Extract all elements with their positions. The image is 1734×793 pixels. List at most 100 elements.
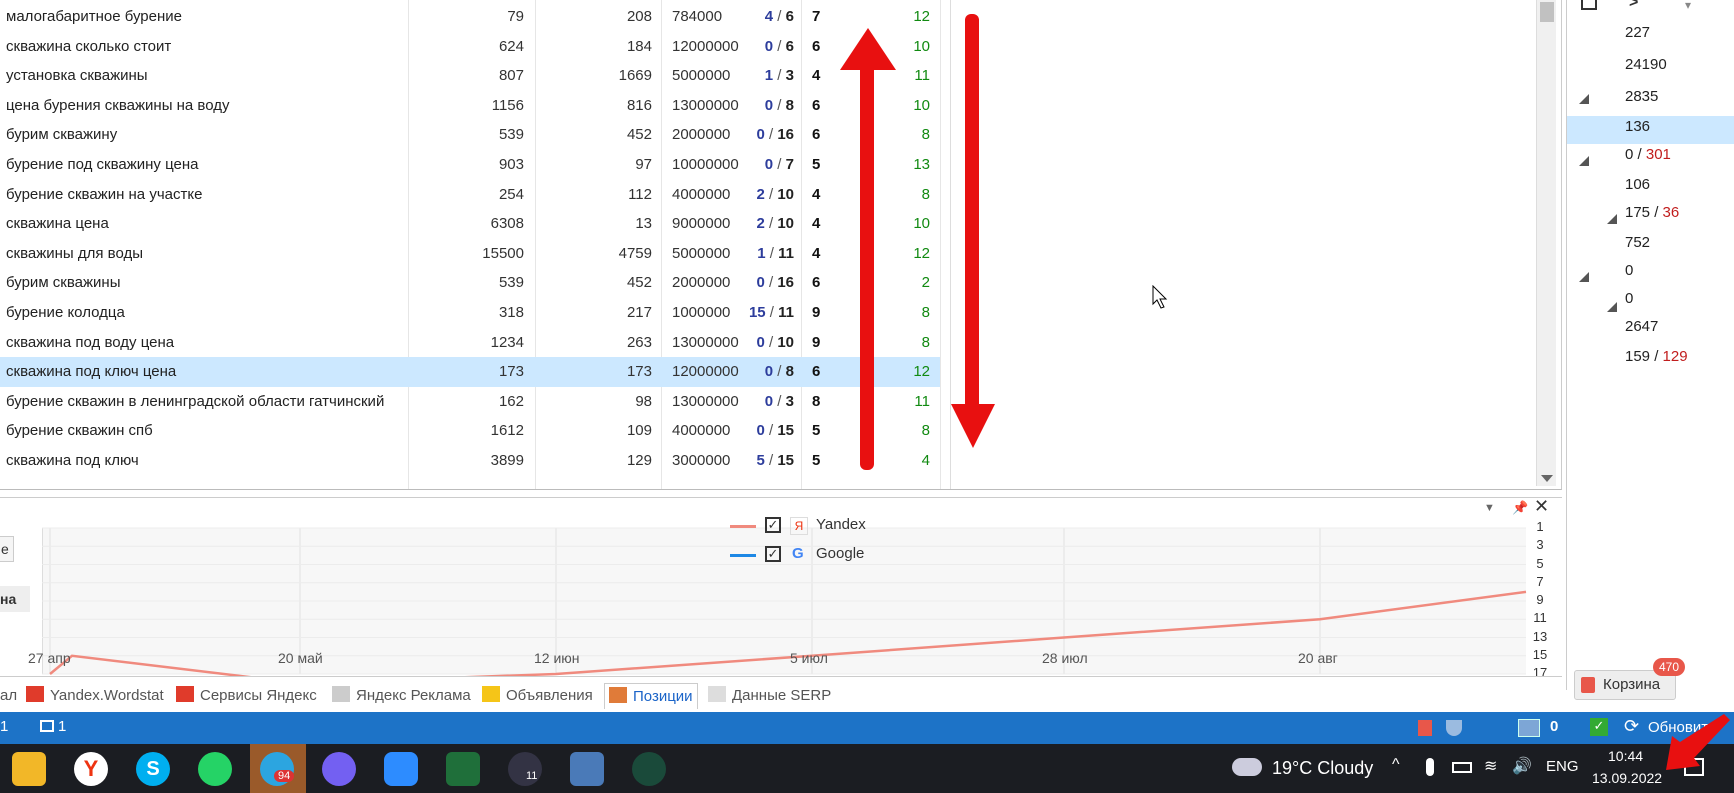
tab-5[interactable]: Позиции (604, 683, 698, 709)
tree-value[interactable]: 24190 (1625, 56, 1667, 73)
tree-value[interactable]: 159 / 129 (1625, 348, 1688, 365)
positions-chart-panel: ▼ 📌 ✕ е на ✓ Я Yandex ✓ G Google 27 апр 2… (0, 496, 1562, 680)
tab-1[interactable]: Yandex.Wordstat (26, 683, 164, 709)
table-row[interactable]: скважина под ключ цена 173 173 12000000 0 / … (0, 357, 940, 387)
microphone-icon[interactable] (1426, 758, 1434, 776)
tree-expand-icon[interactable] (1579, 272, 1589, 282)
tab-4[interactable]: Объявления (482, 683, 593, 709)
legend-checkbox-google[interactable]: ✓ (765, 546, 781, 562)
table-row[interactable]: скважины для воды 15500 4759 5000000 1 / 11 4… (0, 239, 940, 269)
table-row[interactable]: бурение скважин на участке 254 112 4000000 2… (0, 180, 940, 210)
table-row[interactable]: скважина сколько стоит 624 184 12000000 0 / … (0, 32, 940, 62)
table-row[interactable]: скважина под ключ 3899 129 3000000 5 / 15 5 4 (0, 446, 940, 476)
scrollbar-thumb[interactable] (1540, 2, 1554, 22)
score-cell: 6 (812, 274, 821, 292)
frequency-exact-cell: 184 (626, 37, 652, 55)
tree-value[interactable]: 106 (1625, 176, 1650, 193)
table-row[interactable]: бурим скважину 539 452 2000000 0 / 16 6 8 (0, 120, 940, 150)
x-tick-label: 12 июн (534, 650, 580, 666)
table-row[interactable]: бурим скважины 539 452 2000000 0 / 16 6 2 (0, 268, 940, 298)
y-tick-label: 15 (1532, 646, 1548, 662)
korzina-button[interactable]: Корзина 470 (1574, 658, 1685, 700)
language-indicator[interactable]: ENG (1546, 758, 1579, 775)
x-tick-label: 20 авг (1298, 650, 1338, 666)
tree-expand-icon[interactable] (1579, 94, 1589, 104)
position-cell: 11 (914, 392, 930, 410)
results-count-cell: 12000000 (672, 363, 739, 381)
table-row[interactable]: бурение колодца 318 217 1000000 15 / 11 9 8 (0, 298, 940, 328)
tree-expand-icon[interactable] (1579, 156, 1589, 166)
tree-expand-icon[interactable] (1607, 302, 1617, 312)
tree-value[interactable]: 227 (1625, 24, 1650, 41)
wifi-icon[interactable]: ≋ (1484, 756, 1497, 776)
tree-expand-icon[interactable] (1607, 214, 1617, 224)
trash-icon[interactable] (1418, 720, 1432, 736)
scroll-down-icon[interactable] (1541, 475, 1553, 482)
tree-value[interactable]: 2647 (1625, 318, 1658, 335)
frequency-cell: 1234 (490, 333, 524, 351)
results-count-cell: 2000000 (672, 126, 731, 144)
legend-label-google: Google (816, 545, 865, 562)
tree-value[interactable]: 752 (1625, 234, 1650, 251)
score-cell: 5 (812, 156, 821, 173)
table-row[interactable]: установка скважины 807 1669 5000000 1 / 3 4 11 (0, 61, 940, 91)
skype-icon[interactable]: S (136, 752, 170, 786)
keyword-cell: бурим скважины (6, 274, 121, 292)
frequency-cell: 6308 (490, 215, 524, 233)
competition-cell: 4 / 6 (764, 8, 794, 25)
table-row[interactable]: бурение скважин спб 1612 109 4000000 0 / 15 5… (0, 416, 940, 446)
keyword-cell: скважина под ключ цена (6, 363, 177, 381)
tab-3[interactable]: Яндекс Реклама (332, 683, 471, 709)
frequency-exact-cell: 452 (626, 126, 652, 144)
frequency-exact-cell: 13 (635, 215, 652, 233)
weather-text[interactable]: 19°C Cloudy (1272, 758, 1373, 779)
tab-6[interactable]: Данные SERP (708, 683, 831, 709)
results-count-cell: 3000000 (672, 452, 731, 469)
document-app-icon[interactable] (446, 752, 480, 786)
volume-icon[interactable]: 🔊 (1512, 756, 1532, 776)
whatsapp-icon[interactable] (198, 752, 232, 786)
telegram-badge: 94 (274, 770, 295, 782)
refresh-icon[interactable]: ⟳ (1624, 716, 1639, 737)
battery-icon[interactable] (1452, 762, 1472, 773)
frequency-cell: 162 (498, 392, 524, 410)
competition-cell: 0 / 16 (756, 274, 794, 292)
tab-2[interactable]: Сервисы Яндекс (176, 683, 317, 709)
clock-date[interactable]: 13.09.2022 (1592, 770, 1662, 786)
tab-0[interactable]: ал (0, 683, 17, 709)
table-row[interactable]: цена бурения скважины на воду 1156 816 1300… (0, 91, 940, 121)
file-explorer-icon[interactable] (12, 752, 46, 786)
window-icon[interactable] (1518, 719, 1540, 737)
vertical-scrollbar[interactable] (1536, 0, 1556, 486)
check-icon[interactable]: ✓ (1590, 718, 1608, 736)
panel-expand-icon[interactable]: > (1629, 0, 1638, 12)
chevron-up-icon[interactable]: ^ (1392, 756, 1400, 774)
tree-value[interactable]: 136 (1625, 118, 1650, 135)
tree-value[interactable]: 175 / 36 (1625, 204, 1679, 221)
tree-value[interactable]: 0 (1625, 290, 1633, 307)
y-tick-label: 7 (1536, 573, 1544, 589)
chevron-down-icon[interactable]: ▾ (1685, 0, 1691, 12)
zoom-icon[interactable] (384, 752, 418, 786)
green-app-icon[interactable] (632, 752, 666, 786)
tree-value[interactable]: 2835 (1625, 88, 1658, 105)
keyword-cell: бурим скважину (6, 126, 118, 144)
table-row[interactable]: скважина под воду цена 1234 263 13000000 0 /… (0, 328, 940, 358)
bottom-tabs: ал Yandex.Wordstat Сервисы Яндекс Яндекс Ре… (0, 676, 1562, 712)
position-cell: 13 (913, 156, 930, 173)
clock-time[interactable]: 10:44 (1608, 748, 1643, 764)
panel-icon[interactable] (1581, 0, 1597, 10)
table-row[interactable]: малогабаритное бурение 79 208 784000 4 / 671… (0, 2, 940, 32)
table-row[interactable]: скважина цена 6308 13 9000000 2 / 10 4 10 (0, 209, 940, 239)
tree-value[interactable]: 0 / 301 (1625, 146, 1671, 163)
network-app-icon[interactable] (570, 752, 604, 786)
competition-cell: 0 / 7 (764, 156, 794, 173)
tree-value[interactable]: 0 (1625, 262, 1633, 279)
table-row[interactable]: бурение скважин в ленинградской области … (0, 387, 940, 417)
legend-checkbox-yandex[interactable]: ✓ (765, 517, 781, 533)
results-count-cell: 784000 (672, 8, 723, 25)
viber-icon[interactable] (322, 752, 356, 786)
shield-icon[interactable] (1446, 720, 1462, 736)
yandex-browser-icon[interactable]: Y (74, 752, 108, 786)
table-row[interactable]: бурение под скважину цена 903 97 10000000 0 … (0, 150, 940, 180)
